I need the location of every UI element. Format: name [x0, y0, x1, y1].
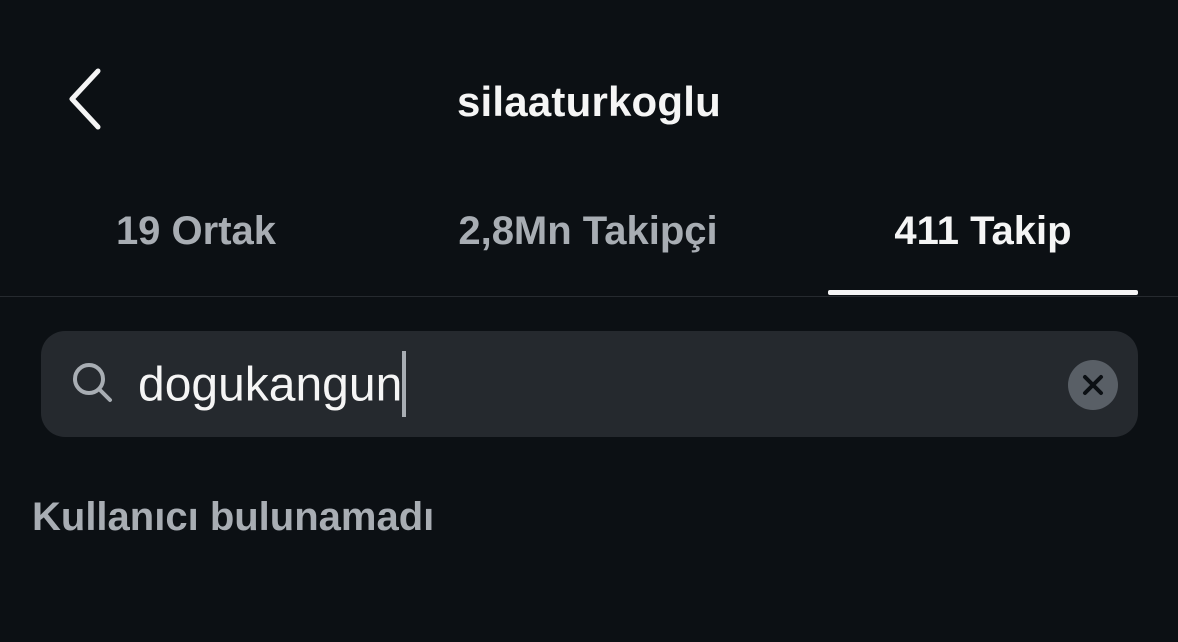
clear-search-button[interactable] [1068, 360, 1118, 410]
header: silaaturkoglu [0, 50, 1178, 150]
tab-followers[interactable]: 2,8Mn Takipçi [432, 185, 744, 297]
search-field[interactable]: dogukangun [138, 351, 407, 421]
search-icon [73, 363, 112, 402]
tab-mutual[interactable]: 19 Ortak [40, 185, 352, 297]
tab-bar: 19 Ortak 2,8Mn Takipçi 411 Takip [0, 185, 1178, 297]
text-caret [402, 351, 407, 417]
close-icon [1083, 375, 1103, 395]
search-value: dogukangun [138, 358, 403, 412]
empty-results-message: Kullanıcı bulunamadı [32, 495, 435, 539]
page-title: silaaturkoglu [457, 78, 721, 125]
active-tab-indicator [828, 290, 1138, 295]
screen: silaaturkoglu 19 Ortak 2,8Mn Takipçi 411… [0, 0, 1178, 642]
tab-following[interactable]: 411 Takip [828, 185, 1138, 297]
